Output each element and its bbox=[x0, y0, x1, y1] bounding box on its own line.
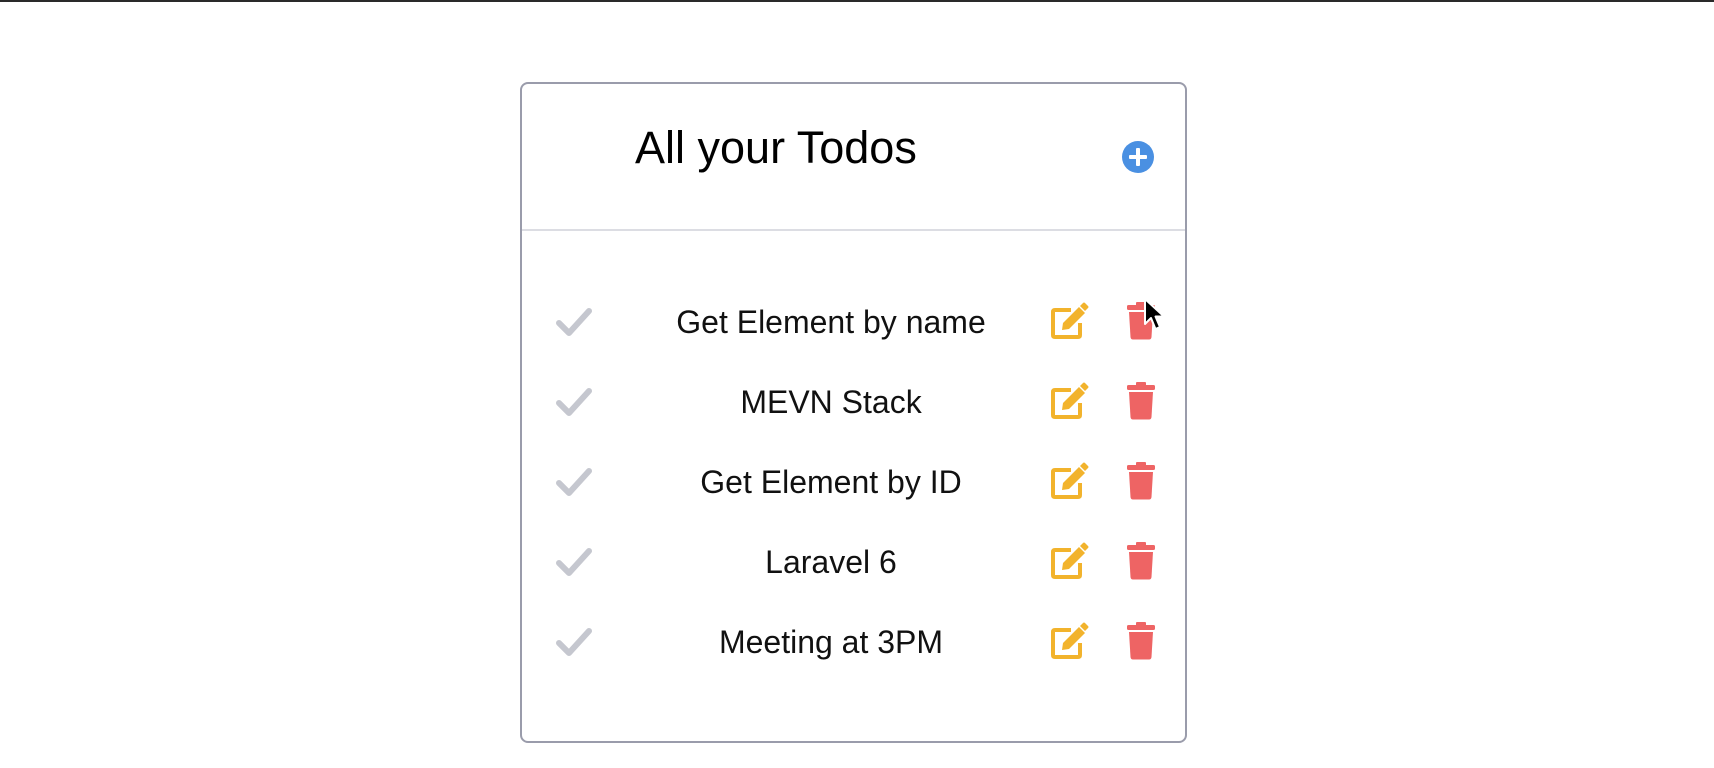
check-icon[interactable] bbox=[556, 465, 592, 499]
list-item: Meeting at 3PM bbox=[522, 614, 1185, 674]
todo-text: Get Element by ID bbox=[700, 464, 962, 500]
trash-icon[interactable] bbox=[1126, 382, 1156, 420]
edit-icon[interactable] bbox=[1049, 301, 1089, 341]
todo-text: MEVN Stack bbox=[740, 384, 922, 420]
trash-icon[interactable] bbox=[1126, 462, 1156, 500]
trash-icon[interactable] bbox=[1126, 622, 1156, 660]
edit-icon[interactable] bbox=[1049, 381, 1089, 421]
add-todo-button[interactable] bbox=[1122, 141, 1154, 173]
todo-text: Get Element by name bbox=[676, 304, 986, 340]
plus-circle-icon bbox=[1122, 141, 1154, 173]
card-header: All your Todos bbox=[522, 84, 1185, 231]
list-item: Get Element by name bbox=[522, 294, 1185, 354]
check-icon[interactable] bbox=[556, 385, 592, 419]
edit-icon[interactable] bbox=[1049, 541, 1089, 581]
todo-text: Laravel 6 bbox=[765, 544, 897, 580]
trash-icon[interactable] bbox=[1126, 302, 1156, 340]
list-item: Laravel 6 bbox=[522, 534, 1185, 594]
check-icon[interactable] bbox=[556, 305, 592, 339]
todo-card: All your Todos Get Element by name MEVN … bbox=[520, 82, 1187, 743]
trash-icon[interactable] bbox=[1126, 542, 1156, 580]
edit-icon[interactable] bbox=[1049, 461, 1089, 501]
edit-icon[interactable] bbox=[1049, 621, 1089, 661]
top-rule bbox=[0, 0, 1714, 2]
check-icon[interactable] bbox=[556, 545, 592, 579]
list-item: Get Element by ID bbox=[522, 454, 1185, 514]
page-title: All your Todos bbox=[635, 122, 917, 173]
check-icon[interactable] bbox=[556, 625, 592, 659]
list-item: MEVN Stack bbox=[522, 374, 1185, 434]
todo-text: Meeting at 3PM bbox=[718, 624, 944, 660]
